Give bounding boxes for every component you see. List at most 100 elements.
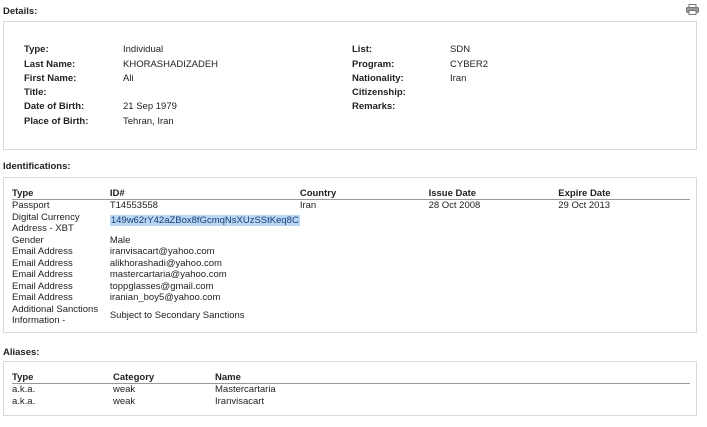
identification-cell [558, 269, 690, 281]
identification-cell: Digital Currency Address - XBT [12, 211, 80, 235]
alias-cell: a.k.a. [12, 384, 36, 395]
alias-cell: Iranvisacart [215, 395, 265, 407]
identifications-panel: Type ID# Country Issue Date Expire Date … [3, 177, 697, 333]
detail-value: CYBER2 [450, 59, 489, 70]
identification-cell: 28 Oct 2008 [428, 200, 481, 211]
identification-row: Passport T14553558 Iran 28 Oct 2008 29 Oct 2… [12, 200, 690, 212]
detail-value: Iran [450, 73, 467, 84]
identification-row: Email Address toppglasses@gmail.com [12, 281, 690, 293]
identification-cell: T14553558 [109, 200, 158, 211]
identification-cell [429, 246, 559, 258]
aliases-table: Type Category Name a.k.a. weak Mastercarta… [12, 372, 690, 407]
detail-label: Nationality: [352, 73, 404, 84]
detail-label: Place of Birth: [24, 116, 89, 127]
identification-cell [558, 212, 690, 235]
col-type: Type [12, 188, 110, 200]
detail-label: Type: [24, 44, 49, 55]
aliases-panel: Type Category Name a.k.a. weak Mastercarta… [3, 361, 697, 416]
identification-cell [429, 235, 559, 247]
details-heading: Details: [3, 6, 38, 17]
alias-row: a.k.a. weak Iranvisacart [12, 396, 690, 408]
detail-label: Citizenship: [352, 87, 406, 98]
identification-cell: Email Address [12, 257, 73, 269]
identification-row: Additional Sanctions Information - Subjec… [12, 304, 690, 327]
detail-label: First Name: [24, 73, 77, 84]
detail-value: 21 Sep 1979 [123, 101, 177, 112]
identification-cell [429, 281, 559, 293]
identification-cell [429, 292, 559, 304]
identification-cell [300, 304, 429, 327]
identification-cell [558, 258, 690, 270]
col-country: Country [299, 188, 429, 200]
identification-row: Digital Currency Address - XBT 149w62rY42… [12, 212, 690, 235]
detail-label: Remarks: [352, 101, 396, 112]
col-alias-name: Name [215, 372, 690, 384]
identification-cell [300, 235, 429, 247]
alias-row: a.k.a. weak Mastercartaria [12, 384, 690, 396]
identification-cell: Gender [12, 234, 44, 246]
details-panel: Type: Individual Last Name: KHORASHADIZADEH… [3, 21, 697, 150]
alias-cell: a.k.a. [12, 395, 36, 407]
alias-cell: weak [113, 395, 136, 407]
col-alias-category: Category [113, 372, 215, 384]
identification-cell [558, 246, 690, 258]
identification-cell [300, 269, 429, 281]
col-expire-date: Expire Date [558, 188, 690, 200]
detail-value: Tehran, Iran [123, 116, 174, 127]
identification-cell: Subject to Secondary Sanctions [109, 309, 245, 321]
aliases-header-row: Type Category Name [12, 372, 690, 384]
identification-cell [558, 304, 690, 327]
identification-cell [300, 281, 429, 293]
identification-row: Email Address alikhorashadi@yahoo.com [12, 258, 690, 270]
detail-label: Last Name: [24, 59, 76, 70]
identification-cell: 149w62rY42aZBox8fGcmqNsXUzSStKeq8C [109, 212, 300, 235]
col-issue-date: Issue Date [428, 188, 559, 200]
identification-cell: 29 Oct 2013 [558, 200, 611, 211]
detail-label: List: [352, 44, 373, 55]
identification-cell: Iran [299, 200, 317, 211]
identification-cell [300, 258, 429, 270]
col-alias-type: Type [12, 372, 113, 384]
identification-cell: iranian_boy5@yahoo.com [109, 292, 221, 303]
identification-cell: Additional Sanctions Information - [12, 303, 99, 327]
identification-cell [558, 235, 690, 247]
printer-icon[interactable] [686, 4, 699, 15]
identification-cell: Email Address [12, 280, 73, 292]
identification-cell: Passport [12, 200, 50, 211]
identification-cell: alikhorashadi@yahoo.com [109, 257, 222, 269]
identification-row: Email Address iranvisacart@yahoo.com [12, 246, 690, 258]
detail-value: Individual [123, 44, 164, 55]
identification-cell: iranvisacart@yahoo.com [109, 246, 215, 257]
detail-label: Title: [24, 87, 47, 98]
identification-cell: mastercartaria@yahoo.com [109, 269, 227, 280]
identification-row: Gender Male [12, 235, 690, 247]
identification-cell [558, 292, 690, 304]
detail-value: SDN [450, 44, 471, 55]
identification-cell: Email Address [12, 246, 73, 257]
aliases-heading: Aliases: [3, 347, 40, 358]
identification-cell [300, 212, 429, 235]
identification-cell: Email Address [12, 292, 73, 303]
identification-cell: Male [109, 234, 131, 246]
detail-label: Program: [352, 59, 395, 70]
identifications-header-row: Type ID# Country Issue Date Expire Date [12, 188, 690, 200]
identification-cell [429, 269, 559, 281]
identifications-table: Type ID# Country Issue Date Expire Date … [12, 188, 690, 327]
identification-cell: Email Address [12, 269, 73, 280]
identification-cell [429, 304, 559, 327]
identification-row: Email Address iranian_boy5@yahoo.com [12, 292, 690, 304]
identification-cell [429, 258, 559, 270]
detail-value: Ali [123, 73, 134, 84]
identification-cell [300, 246, 429, 258]
selected-xbt-address[interactable]: 149w62rY42aZBox8fGcmqNsXUzSStKeq8C [109, 214, 300, 226]
identification-cell [558, 281, 690, 293]
identification-cell: toppglasses@gmail.com [109, 280, 214, 292]
col-id: ID# [109, 188, 300, 200]
alias-cell: Mastercartaria [215, 384, 276, 395]
detail-value: KHORASHADIZADEH [123, 59, 219, 70]
alias-cell: weak [113, 384, 136, 395]
identification-cell [429, 212, 559, 235]
detail-label: Date of Birth: [24, 101, 85, 112]
identifications-heading: Identifications: [3, 161, 71, 172]
identification-row: Email Address mastercartaria@yahoo.com [12, 269, 690, 281]
